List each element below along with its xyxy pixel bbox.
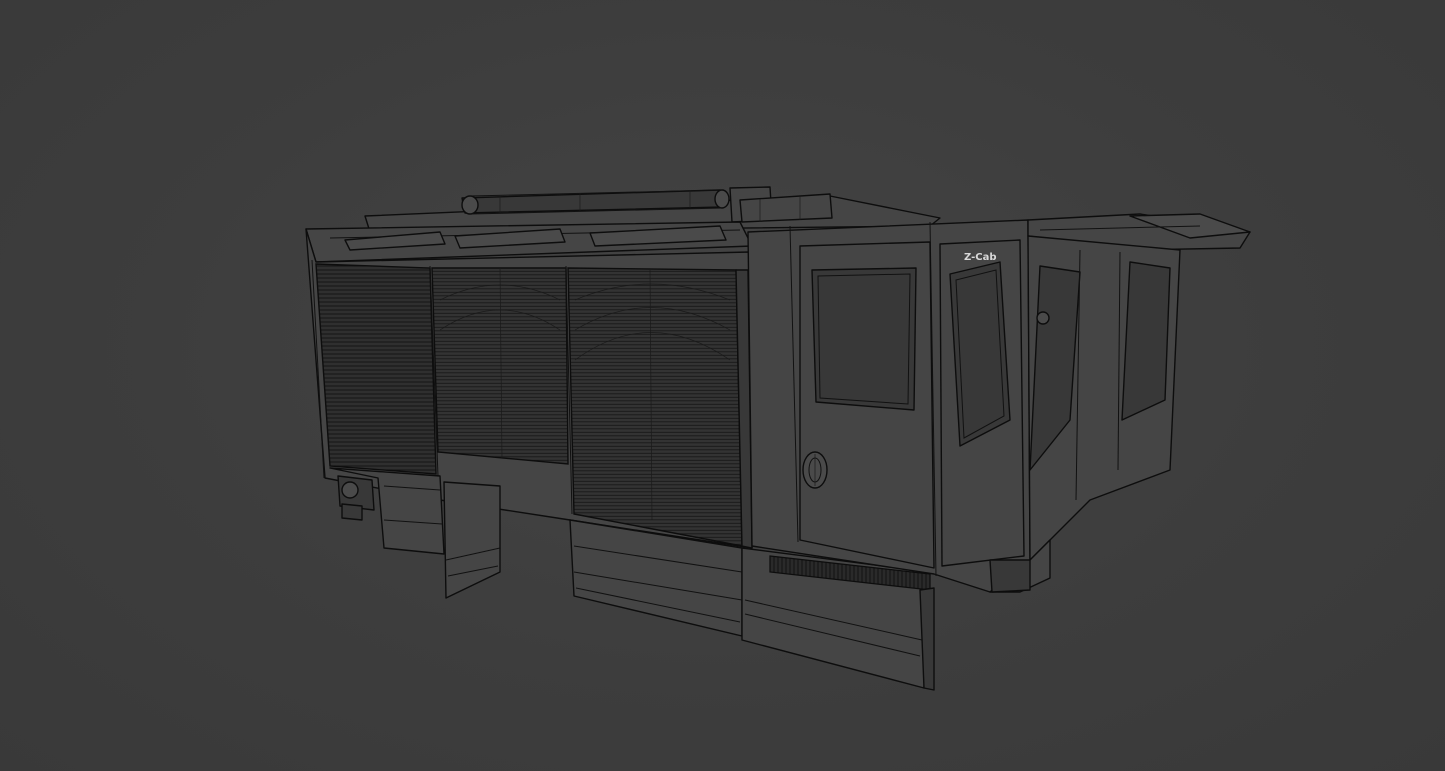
door-window [811,267,917,411]
logo: Z-Cab [964,252,996,263]
wireframe-cab-model: Z-Cab [305,186,1251,691]
3d-viewport[interactable]: Z-Cab [0,0,1445,771]
front-window-right [1121,261,1171,421]
roller-shutter-right [567,267,743,547]
roller-shutter-left [315,263,437,475]
front-door-section: Z-Cab [747,219,1031,593]
badge-icon [1036,311,1050,325]
